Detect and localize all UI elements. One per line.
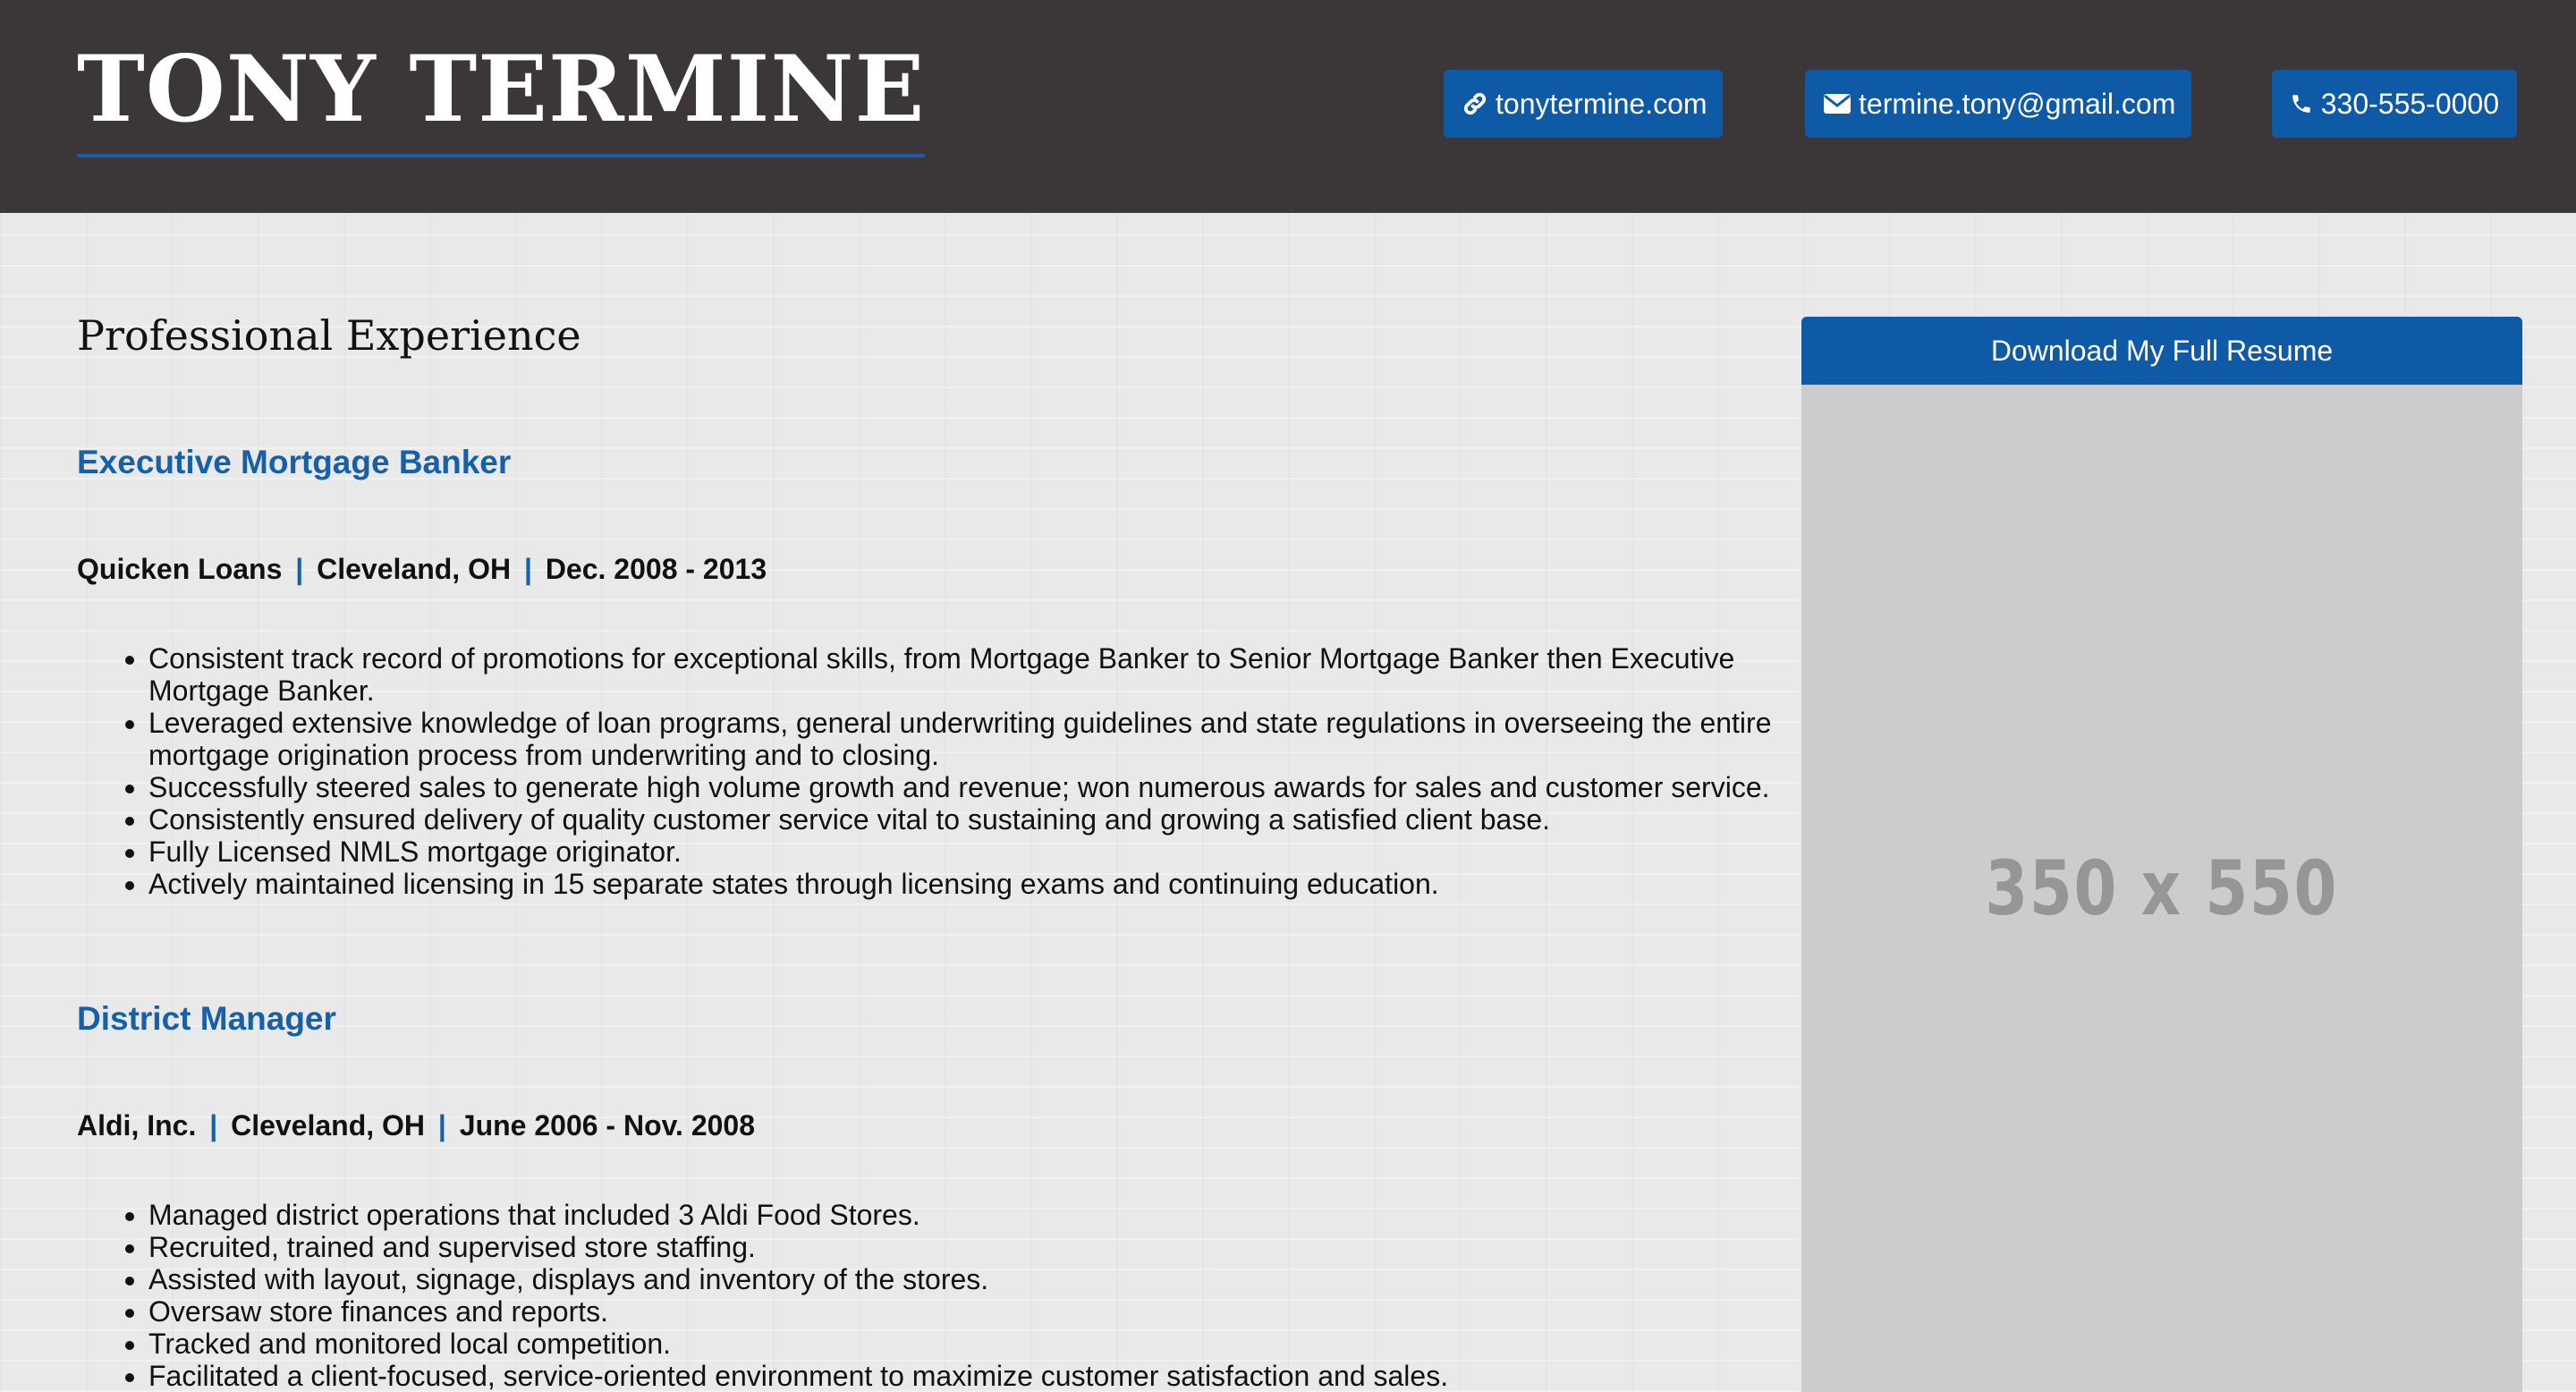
phone-icon	[2290, 89, 2314, 119]
job-title: Executive Mortgage Banker	[77, 444, 512, 480]
list-item: Recruited, trained and supervised store …	[148, 1231, 1794, 1263]
job-company: Aldi, Inc.	[77, 1109, 197, 1142]
phone-link[interactable]: 330-555-0000	[2272, 70, 2517, 138]
job-location: Cleveland, OH	[231, 1109, 426, 1142]
site-title: TONY TERMINE	[77, 36, 926, 157]
list-item: Managed district operations that include…	[148, 1199, 1794, 1231]
list-item: Facilitated a client-focused, service-or…	[148, 1360, 1794, 1392]
list-item: Oversaw store finances and reports.	[148, 1295, 1794, 1328]
job-bullets: Consistent track record of promotions fo…	[77, 642, 1794, 900]
profile-image-placeholder: 350 x 550	[1801, 385, 2522, 1392]
website-link[interactable]: tonytermine.com	[1444, 70, 1723, 138]
email-label: termine.tony@gmail.com	[1859, 87, 2176, 120]
job-dates: Dec. 2008 - 2013	[545, 553, 767, 585]
job-location: Cleveland, OH	[317, 553, 512, 585]
meta-separator: |	[437, 1109, 446, 1142]
job-meta: Quicken Loans | Cleveland, OH | Dec. 200…	[77, 553, 767, 586]
meta-separator: |	[209, 1109, 218, 1142]
list-item: Assisted with layout, signage, displays …	[148, 1263, 1794, 1295]
meta-separator: |	[523, 553, 532, 585]
link-icon	[1462, 89, 1488, 119]
list-item: Actively maintained licensing in 15 sepa…	[148, 868, 1794, 900]
envelope-icon	[1823, 89, 1852, 119]
phone-label: 330-555-0000	[2320, 87, 2499, 120]
list-item: Consistent track record of promotions fo…	[148, 642, 1794, 707]
email-link[interactable]: termine.tony@gmail.com	[1805, 70, 2191, 138]
meta-separator: |	[295, 553, 304, 585]
job-bullets: Managed district operations that include…	[77, 1199, 1794, 1392]
job-dates: June 2006 - Nov. 2008	[459, 1109, 756, 1142]
placeholder-label: 350 x 550	[1985, 845, 2339, 932]
list-item: Leveraged extensive knowledge of loan pr…	[148, 707, 1794, 771]
site-header: TONY TERMINE tonytermine.com termine.ton…	[0, 0, 2576, 213]
download-resume-button[interactable]: Download My Full Resume	[1801, 317, 2522, 385]
job-title: District Manager	[77, 1000, 336, 1037]
list-item: Fully Licensed NMLS mortgage originator.	[148, 836, 1794, 868]
list-item: Consistently ensured delivery of quality…	[148, 803, 1794, 836]
section-title: Professional Experience	[77, 311, 581, 360]
website-label: tonytermine.com	[1496, 87, 1707, 120]
list-item: Successfully steered sales to generate h…	[148, 771, 1794, 803]
list-item: Tracked and monitored local competition.	[148, 1328, 1794, 1360]
job-meta: Aldi, Inc. | Cleveland, OH | June 2006 -…	[77, 1109, 755, 1142]
job-company: Quicken Loans	[77, 553, 283, 585]
